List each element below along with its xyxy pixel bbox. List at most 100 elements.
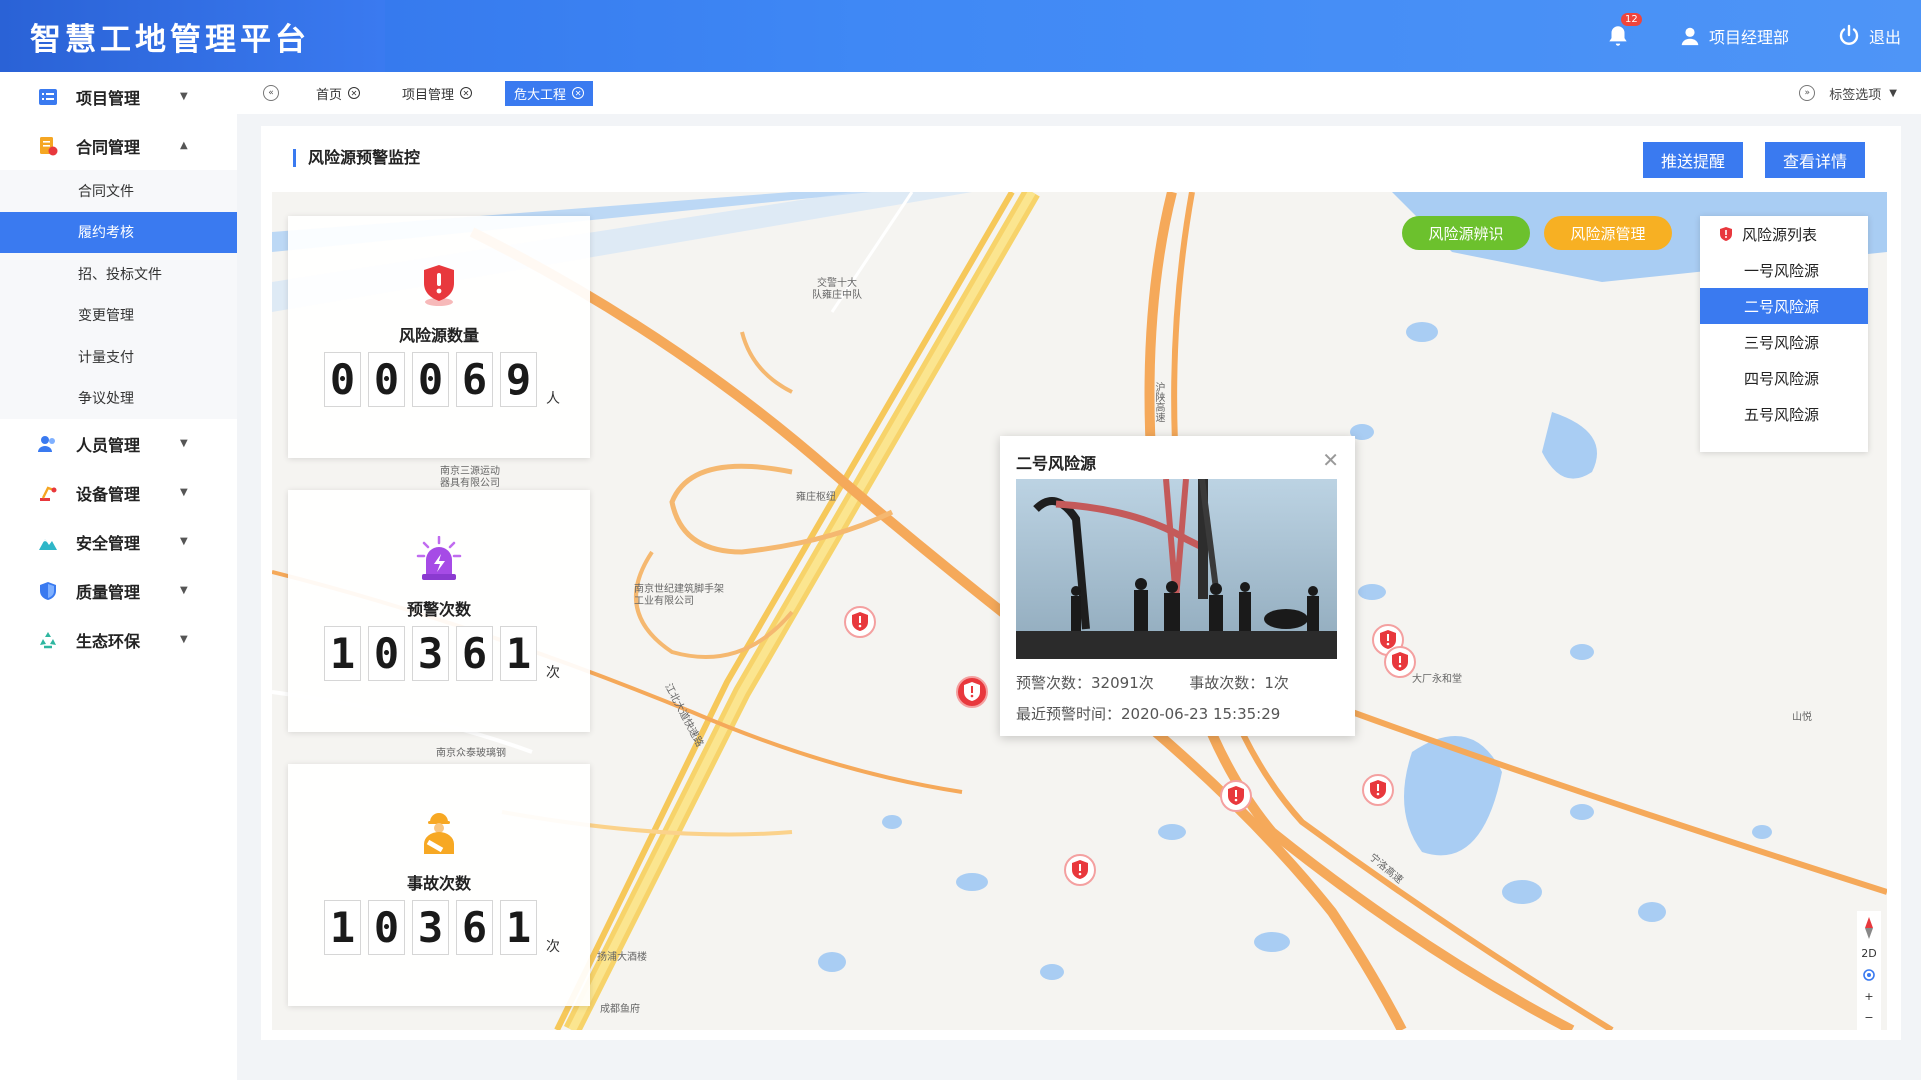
- tab-hazardous[interactable]: 危大工程 ✕: [505, 80, 594, 106]
- map-label: 扬浦大酒楼: [597, 952, 647, 963]
- sidebar-item-project[interactable]: 项目管理 ▼: [0, 72, 237, 121]
- tab-options-dropdown[interactable]: 标签选项 ▼: [1829, 84, 1897, 103]
- logout-label: 退出: [1868, 28, 1901, 47]
- sidebar-item-equipment[interactable]: 设备管理 ▼: [0, 468, 237, 517]
- risk-marker-icon[interactable]: [844, 606, 876, 638]
- risk-identify-button[interactable]: 风险源辨识: [1402, 216, 1530, 250]
- chevron-down-icon: ▼: [180, 438, 188, 449]
- logout-button[interactable]: 退出: [1837, 24, 1901, 48]
- map-label: 沪陕高速: [1153, 382, 1164, 422]
- risk-list-item-3[interactable]: 三号风险源: [1700, 324, 1868, 360]
- close-icon[interactable]: ✕: [460, 87, 473, 99]
- alert-shield-icon: [424, 265, 454, 306]
- chevron-down-icon: ▼: [1889, 87, 1897, 99]
- digit: 1: [324, 626, 361, 681]
- tab-home[interactable]: 首页 ✕: [307, 81, 369, 106]
- tab-project[interactable]: 项目管理 ✕: [393, 81, 481, 106]
- popup-counts-row: 预警次数：32091次 事故次数：1次: [1016, 672, 1289, 693]
- last-warning-label: 最近预警时间：: [1016, 705, 1122, 723]
- digit: 0: [368, 626, 405, 681]
- sidebar-subitem-payment[interactable]: 计量支付: [0, 336, 237, 378]
- top-header: 智慧工地管理平台 12 项目经理部 退出: [0, 0, 1921, 72]
- app-title: 智慧工地管理平台: [0, 0, 385, 72]
- sidebar-subitem-change[interactable]: 变更管理: [0, 295, 237, 337]
- view-details-button[interactable]: 查看详情: [1765, 142, 1865, 178]
- risk-marker-icon[interactable]: [956, 676, 988, 708]
- map-label: 交警十大 队雍庄中队: [812, 278, 862, 301]
- sidebar-item-quality[interactable]: 质量管理 ▼: [0, 566, 237, 615]
- sidebar: 项目管理 ▼ 合同管理 ▲ 合同文件 履约考核 招、投标文件 变更管理 计量支付…: [0, 72, 237, 1080]
- warning-count-value: 32091次: [1091, 674, 1154, 692]
- stat-label: 事故次数: [406, 874, 471, 893]
- warning-count-label: 预警次数：: [1016, 674, 1092, 692]
- risk-map[interactable]: 交警十大 队雍庄中队 南京三源运动 器具有限公司 雍庄枢纽 南京世纪建筑脚手架 工业有…: [272, 192, 1887, 1030]
- chevron-down-icon: ▼: [180, 91, 188, 102]
- risk-list-item-4[interactable]: 四号风险源: [1700, 360, 1868, 396]
- contract-icon: [40, 136, 58, 155]
- digit: 6: [456, 626, 493, 681]
- sidebar-item-label: 项目管理: [76, 88, 141, 108]
- sidebar-item-label: 质量管理: [76, 582, 141, 602]
- scroll-left-icon[interactable]: «: [263, 85, 279, 101]
- user-menu[interactable]: 项目经理部: [1679, 24, 1789, 48]
- risk-marker-icon[interactable]: [1064, 854, 1096, 886]
- injured-worker-icon: [424, 813, 454, 854]
- risk-list-title: 风险源列表: [1742, 225, 1818, 244]
- digit: 1: [324, 900, 361, 955]
- alert-shield-icon: [1720, 227, 1732, 241]
- sidebar-item-label: 生态环保: [76, 631, 141, 651]
- digit: 6: [456, 900, 493, 955]
- risk-marker-icon[interactable]: [1384, 646, 1416, 678]
- sidebar-subitem-contract-files[interactable]: 合同文件: [0, 170, 237, 212]
- chevron-down-icon: ▼: [180, 487, 188, 498]
- sidebar-item-ecology[interactable]: 生态环保 ▼: [0, 615, 237, 664]
- sidebar-subitem-bidding[interactable]: 招、投标文件: [0, 253, 237, 295]
- digit: 1: [500, 626, 537, 681]
- notification-badge: 12: [1620, 13, 1642, 26]
- risk-list-item-5[interactable]: 五号风险源: [1700, 396, 1868, 432]
- shield-icon: [40, 581, 56, 600]
- risk-list-item-1[interactable]: 一号风险源: [1700, 252, 1868, 288]
- list-icon: [39, 88, 57, 105]
- sidebar-item-safety[interactable]: 安全管理 ▼: [0, 517, 237, 566]
- map-label: 成都鱼府: [600, 1004, 640, 1015]
- risk-manage-button[interactable]: 风险源管理: [1544, 216, 1672, 250]
- digit: 3: [412, 900, 449, 955]
- tab-label: 首页: [316, 87, 343, 103]
- locate-icon[interactable]: [1862, 968, 1876, 982]
- digit: 3: [412, 626, 449, 681]
- people-icon: [38, 435, 55, 452]
- risk-marker-icon[interactable]: [1220, 780, 1252, 812]
- last-warning-value: 2020-06-23 15:35:29: [1121, 705, 1281, 723]
- close-icon[interactable]: ✕: [1322, 448, 1339, 472]
- tab-label: 项目管理: [402, 87, 455, 103]
- zoom-out-button[interactable]: −: [1864, 1011, 1873, 1024]
- push-reminder-button[interactable]: 推送提醒: [1643, 142, 1743, 178]
- chevron-up-icon: ▲: [180, 140, 188, 151]
- risk-list-item-2[interactable]: 二号风险源: [1700, 288, 1868, 324]
- map-label: 南京世纪建筑脚手架 工业有限公司: [634, 584, 724, 607]
- user-icon: [1681, 27, 1699, 46]
- map-label: 南京三源运动 器具有限公司: [440, 466, 500, 489]
- scroll-right-icon[interactable]: »: [1799, 85, 1816, 101]
- zoom-in-button[interactable]: +: [1864, 990, 1873, 1003]
- sidebar-subitem-dispute[interactable]: 争议处理: [0, 378, 237, 420]
- map-2d-toggle[interactable]: 2D: [1861, 947, 1876, 960]
- close-icon[interactable]: ✕: [572, 87, 585, 99]
- chevron-down-icon: ▼: [180, 536, 188, 547]
- digit: 9: [500, 352, 537, 407]
- close-icon[interactable]: ✕: [348, 87, 361, 99]
- sidebar-item-label: 设备管理: [76, 484, 141, 504]
- siren-icon: [416, 536, 462, 580]
- popup-title: 二号风险源: [1016, 454, 1097, 473]
- popup-last-warning-row: 最近预警时间：2020-06-23 15:35:29: [1016, 703, 1280, 724]
- sidebar-item-contract[interactable]: 合同管理 ▲: [0, 121, 237, 170]
- notifications-button[interactable]: 12: [1605, 13, 1642, 49]
- sidebar-subitem-performance[interactable]: 履约考核: [0, 211, 237, 253]
- sidebar-item-personnel[interactable]: 人员管理 ▼: [0, 419, 237, 468]
- digit: 0: [368, 900, 405, 955]
- digit: 0: [324, 352, 361, 407]
- compass-icon[interactable]: [1861, 917, 1877, 939]
- risk-marker-icon[interactable]: [1362, 774, 1394, 806]
- digit: 6: [456, 352, 493, 407]
